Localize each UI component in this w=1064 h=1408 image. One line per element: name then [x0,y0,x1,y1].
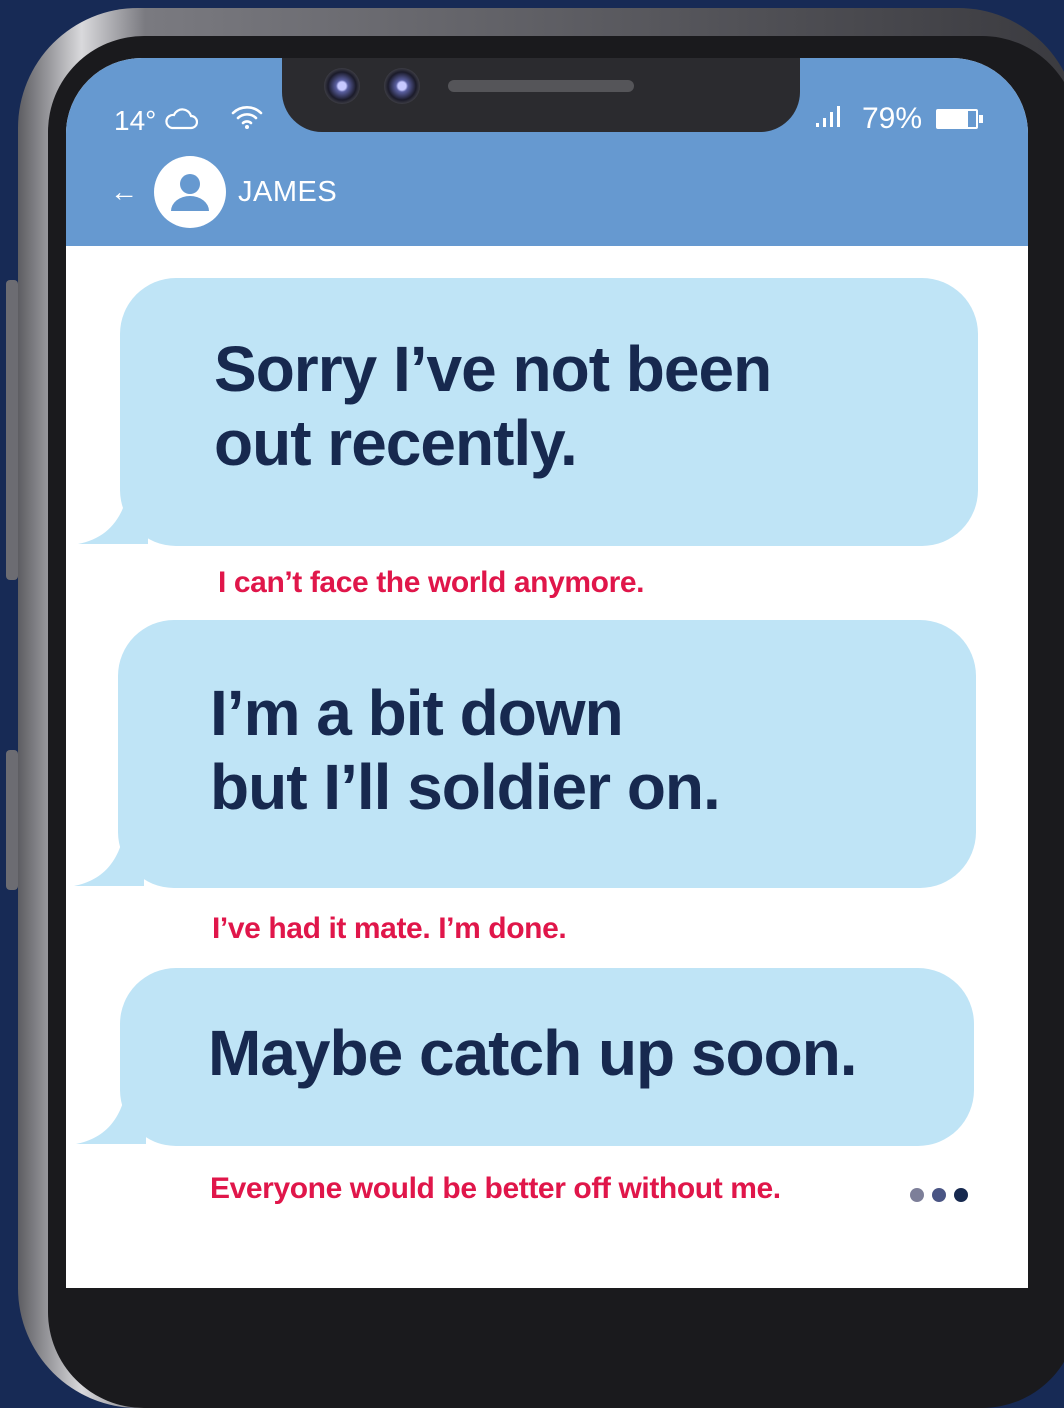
message-text: Sorry I’ve not been out recently. [214,332,772,480]
message-line: out recently. [214,407,578,479]
user-avatar-icon[interactable] [154,156,226,228]
contact-header: ← JAMES [110,156,337,228]
battery-fill [938,111,969,127]
status-right: 79% [814,102,983,136]
status-left: 14° [114,104,264,137]
hidden-meaning-text: Everyone would be better off without me. [210,1172,781,1205]
contact-name[interactable]: JAMES [238,176,337,209]
bubble-tail [78,478,148,544]
message-line: but I’ll soldier on. [210,751,721,823]
earpiece-speaker [448,80,634,92]
chat-header-bar: 14° 79% ← JAMES [66,58,1028,246]
temperature: 14° [114,104,157,136]
message-text: I’m a bit down but I’ll soldier on. [210,676,721,824]
wifi-icon [230,104,264,137]
typing-indicator [910,1188,968,1202]
hidden-meaning-text: I’ve had it mate. I’m done. [212,912,567,945]
bubble-tail [76,1078,146,1144]
battery-icon [936,109,983,129]
camera-notch [282,58,800,132]
side-button-power [6,750,18,890]
message-text: Maybe catch up soon. [208,1017,858,1089]
bubble-tail [74,820,144,886]
typing-dot [932,1188,946,1202]
signal-bars-icon [814,102,848,136]
back-arrow-icon[interactable]: ← [110,176,138,208]
message-line: Sorry I’ve not been [214,333,772,405]
typing-dot [910,1188,924,1202]
message-line: I’m a bit down [210,677,624,749]
side-button-volume [6,280,18,580]
typing-dot [954,1188,968,1202]
hidden-meaning-text: I can’t face the world anymore. [218,566,645,599]
battery-percent: 79% [861,102,922,135]
cloud-icon [164,105,199,137]
camera-lens-icon [324,68,360,104]
camera-lens-icon [384,68,420,104]
phone-screen: 14° 79% ← JAMES Sorry I’ve not been out … [66,58,1028,1288]
